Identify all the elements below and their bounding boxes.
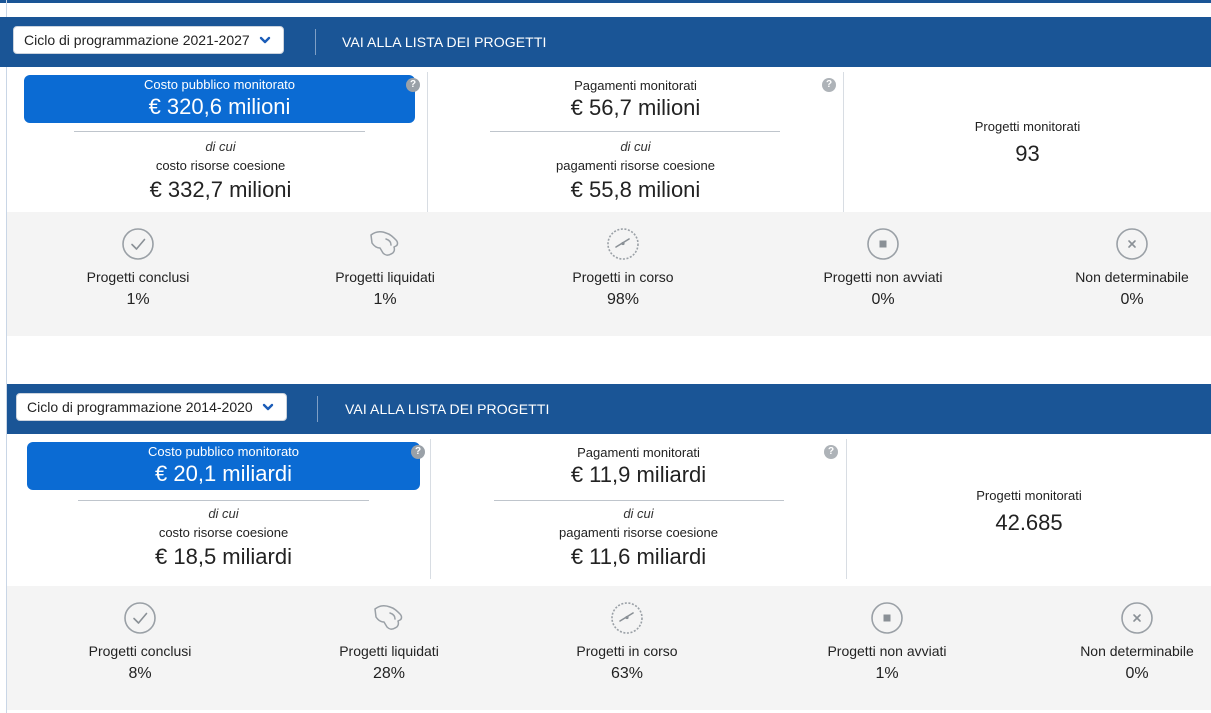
progetti-value: 93 [1015, 141, 1040, 166]
progetti-label: Progetti monitorati [976, 488, 1082, 503]
stat-label: Progetti non avviati [823, 269, 943, 285]
progetti-label: Progetti monitorati [974, 119, 1081, 134]
costo-di-cui: di cui [208, 506, 239, 521]
pagamenti-value: € 11,9 miliardi [570, 462, 707, 487]
cycle-select-value: Ciclo di programmazione 2021-2027 [24, 32, 250, 48]
x-circle-icon [1121, 602, 1153, 634]
stat-non-determinabile: Non determinabile 0% [1017, 586, 1211, 710]
stat-non-avviati: Progetti non avviati 1% [767, 586, 1007, 710]
pagamenti-sub-value: € 11,6 miliardi [570, 544, 707, 569]
stat-value: 1% [126, 291, 150, 308]
money-hand-icon [374, 604, 403, 630]
stat-non-avviati: Progetti non avviati 0% [763, 212, 1003, 336]
stat-label: Progetti in corso [576, 643, 678, 659]
progetti-value: 42.685 [995, 510, 1063, 535]
costo-label: Costo pubblico monitorato [143, 77, 296, 92]
stat-label: Non determinabile [1080, 643, 1194, 659]
stat-value: 63% [610, 665, 644, 682]
gauge-icon [611, 602, 643, 634]
costo-label: Costo pubblico monitorato [147, 444, 300, 459]
costo-cell: Costo pubblico monitorato € 320,6 milion… [14, 72, 427, 212]
stop-circle-icon [871, 602, 903, 634]
costo-help-icon[interactable]: ? [406, 78, 420, 92]
status-stats: Progetti conclusi 1% Progetti liquidati … [7, 212, 1211, 336]
pagamenti-sub-label: pagamenti risorse coesione [559, 525, 718, 540]
stat-non-determinabile: Non determinabile 0% [1012, 212, 1211, 336]
check-circle-icon [124, 602, 156, 634]
stat-liquidati: Progetti liquidati 1% [265, 212, 505, 336]
pagamenti-di-cui: di cui [623, 506, 654, 521]
stat-label: Progetti liquidati [335, 269, 435, 285]
pagamenti-sub-label: pagamenti risorse coesione [556, 158, 715, 173]
costo-sub-value: € 332,7 milioni [149, 177, 292, 202]
stat-value: 1% [373, 291, 397, 308]
stat-liquidati: Progetti liquidati 28% [269, 586, 509, 710]
pagamenti-help-icon[interactable]: ? [822, 78, 836, 92]
stat-value: 0% [1125, 665, 1149, 682]
kpi-cells: Costo pubblico monitorato € 20,1 miliard… [17, 439, 1211, 579]
costo-highlight: Costo pubblico monitorato € 20,1 miliard… [27, 442, 420, 490]
cycle-select[interactable]: Ciclo di programmazione 2021-2027 [13, 26, 284, 54]
pagamenti-sub-value: € 55,8 milioni [570, 177, 701, 202]
kpi-cells: Costo pubblico monitorato € 320,6 milion… [14, 72, 1211, 212]
stat-value: 8% [128, 665, 152, 682]
costo-sub-label: costo risorse coesione [155, 158, 286, 173]
cycle-header-bar: Ciclo di programmazione 2014-2020 VAI AL… [7, 384, 1211, 434]
costo-cell: Costo pubblico monitorato € 20,1 miliard… [17, 439, 430, 579]
pagamenti-label: Pagamenti monitorati [577, 445, 700, 460]
stat-in-corso: Progetti in corso 98% [503, 212, 743, 336]
pagamenti-value: € 56,7 milioni [570, 95, 701, 120]
stat-label: Progetti conclusi [88, 643, 192, 659]
costo-value: € 320,6 milioni [148, 94, 291, 119]
costo-di-cui: di cui [205, 139, 236, 154]
pagamenti-help-icon[interactable]: ? [824, 445, 838, 459]
stat-label: Non determinabile [1075, 269, 1189, 285]
cycle-select-value: Ciclo di programmazione 2014-2020 [27, 399, 253, 415]
pagamenti-label: Pagamenti monitorati [574, 78, 697, 93]
stat-value: 1% [875, 665, 899, 682]
pagamenti-cell: Pagamenti monitorati € 56,7 milioni ? di… [427, 72, 843, 212]
chevron-down-icon [259, 36, 270, 44]
stat-label: Progetti in corso [572, 269, 674, 285]
cycle-select[interactable]: Ciclo di programmazione 2014-2020 [16, 393, 287, 421]
stat-label: Progetti liquidati [339, 643, 439, 659]
stat-label: Progetti non avviati [827, 643, 947, 659]
stat-in-corso: Progetti in corso 63% [507, 586, 747, 710]
header-divider [315, 29, 316, 55]
pagamenti-di-cui: di cui [620, 139, 651, 154]
costo-sub-value: € 18,5 miliardi [155, 544, 292, 569]
pagamenti-divider [490, 131, 780, 132]
costo-divider [78, 500, 369, 501]
costo-sub-label: costo risorse coesione [158, 525, 289, 540]
check-circle-icon [122, 228, 154, 260]
header-divider [317, 396, 318, 422]
pagamenti-cell: Pagamenti monitorati € 11,9 miliardi ? d… [430, 439, 846, 579]
costo-highlight: Costo pubblico monitorato € 320,6 milion… [24, 75, 415, 123]
stat-value: 0% [871, 291, 895, 308]
costo-divider [74, 131, 365, 132]
cycle-header-bar: Ciclo di programmazione 2021-2027 VAI AL… [0, 17, 1211, 67]
x-circle-icon [1116, 228, 1148, 260]
top-border [0, 0, 1211, 3]
stat-value: 28% [372, 665, 406, 682]
progetti-cell: Progetti monitorati 93 [843, 72, 1211, 212]
project-list-link[interactable]: VAI ALLA LISTA DEI PROGETTI [345, 384, 549, 434]
progetti-cell: Progetti monitorati 42.685 [846, 439, 1211, 579]
costo-help-icon[interactable]: ? [411, 445, 425, 459]
costo-value: € 20,1 miliardi [155, 461, 292, 486]
stat-label: Progetti conclusi [86, 269, 190, 285]
project-list-link[interactable]: VAI ALLA LISTA DEI PROGETTI [342, 17, 546, 67]
chevron-down-icon [262, 403, 273, 411]
stat-value: 98% [606, 291, 640, 308]
pagamenti-divider [494, 500, 784, 501]
status-stats: Progetti conclusi 8% Progetti liquidati … [7, 586, 1211, 710]
stat-conclusi: Progetti conclusi 8% [20, 586, 260, 710]
stop-circle-icon [867, 228, 899, 260]
money-hand-icon [370, 230, 399, 256]
stat-conclusi: Progetti conclusi 1% [18, 212, 258, 336]
gauge-icon [607, 228, 639, 260]
stat-value: 0% [1120, 291, 1144, 308]
